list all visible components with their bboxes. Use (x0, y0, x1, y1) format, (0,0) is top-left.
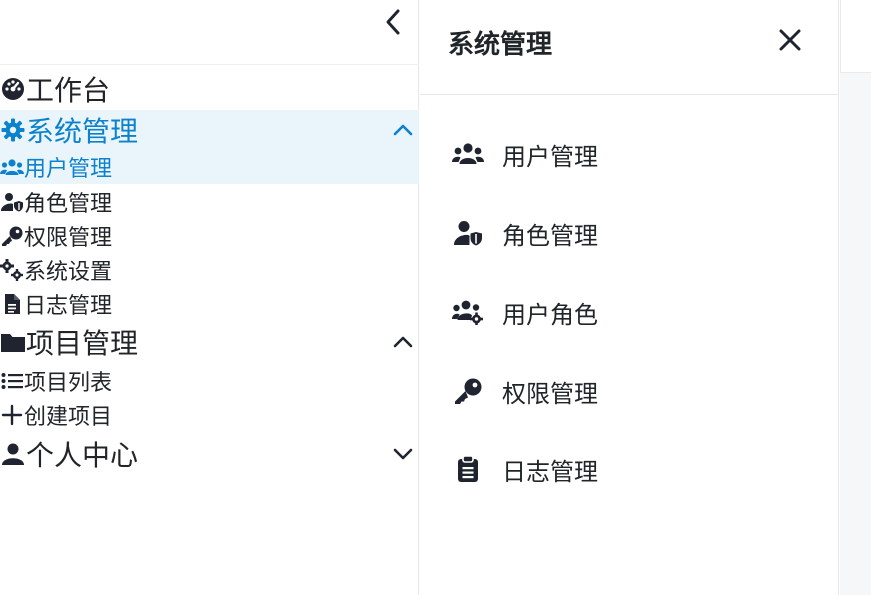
key-icon (450, 377, 486, 405)
sidebar-item-dashboard[interactable]: 工作台 (0, 70, 419, 108)
panel-item-label: 用户管理 (502, 142, 598, 171)
sidebar-item-settings[interactable]: 系统设置 (0, 253, 419, 287)
sidebar-item-label: 系统设置 (24, 260, 113, 285)
chevron-left-icon (386, 9, 400, 35)
close-icon (779, 29, 801, 51)
chevron-up-icon (393, 336, 413, 348)
panel-item-permissions[interactable]: 权限管理 (450, 369, 810, 413)
panel-item-label: 用户角色 (502, 300, 598, 329)
sidebar: 工作台 系统管理 用户管理 角色管理 权限管理 系统设置 日志管理 项目管理 项… (0, 0, 419, 595)
sidebar-item-label: 工作台 (26, 74, 111, 107)
panel-item-logs[interactable]: 日志管理 (450, 447, 810, 491)
panel-item-roles[interactable]: 角色管理 (450, 211, 810, 255)
panel-item-label: 权限管理 (502, 379, 598, 408)
users-icon (450, 140, 486, 168)
content-area (840, 0, 871, 595)
panel-item-user-roles[interactable]: 用户角色 (450, 290, 810, 334)
users-gear-icon (450, 298, 486, 326)
sidebar-item-label: 用户管理 (24, 157, 113, 182)
sidebar-item-label: 日志管理 (24, 294, 113, 319)
sidebar-item-label: 权限管理 (24, 226, 113, 251)
gear-icon (0, 117, 26, 143)
sidebar-item-label: 角色管理 (24, 192, 113, 217)
content-header (840, 0, 871, 73)
sidebar-item-label: 个人中心 (26, 439, 139, 472)
panel-item-label: 角色管理 (502, 221, 598, 250)
sidebar-item-logs[interactable]: 日志管理 (0, 287, 419, 321)
sidebar-item-projects[interactable]: 项目管理 (0, 322, 419, 362)
close-button[interactable] (774, 24, 806, 56)
sidebar-item-project-list[interactable]: 项目列表 (0, 364, 419, 398)
sidebar-item-roles[interactable]: 角色管理 (0, 185, 419, 219)
sidebar-item-create-project[interactable]: 创建项目 (0, 398, 419, 432)
sidebar-item-system[interactable]: 系统管理 (0, 110, 419, 150)
users-icon (0, 156, 24, 178)
list-icon (0, 370, 24, 392)
sidebar-item-label: 系统管理 (26, 115, 139, 148)
key-icon (0, 225, 24, 247)
plus-icon (0, 404, 24, 426)
panel-header: 系统管理 (420, 0, 839, 95)
system-management-panel: 系统管理 用户管理 角色管理 用户角色 权限管理 日志管理 (420, 0, 839, 595)
user-shield-icon (0, 191, 24, 213)
gears-icon (0, 259, 24, 281)
sidebar-divider (0, 64, 419, 65)
user-icon (0, 441, 26, 467)
panel-item-label: 日志管理 (502, 457, 598, 486)
panel-title: 系统管理 (448, 30, 553, 60)
sidebar-item-permissions[interactable]: 权限管理 (0, 219, 419, 253)
dashboard-icon (0, 76, 26, 102)
sidebar-item-profile[interactable]: 个人中心 (0, 434, 419, 474)
sidebar-item-users[interactable]: 用户管理 (0, 150, 419, 184)
chevron-down-icon (393, 448, 413, 460)
user-shield-icon (450, 219, 486, 247)
chevron-up-icon (393, 124, 413, 136)
clipboard-icon (450, 455, 486, 483)
sidebar-collapse-button[interactable] (378, 4, 408, 40)
sidebar-item-label: 项目列表 (24, 371, 113, 396)
file-icon (0, 293, 24, 315)
panel-item-users[interactable]: 用户管理 (450, 132, 810, 176)
sidebar-item-label: 创建项目 (24, 405, 113, 430)
folder-icon (0, 329, 26, 355)
sidebar-item-label: 项目管理 (26, 327, 139, 360)
